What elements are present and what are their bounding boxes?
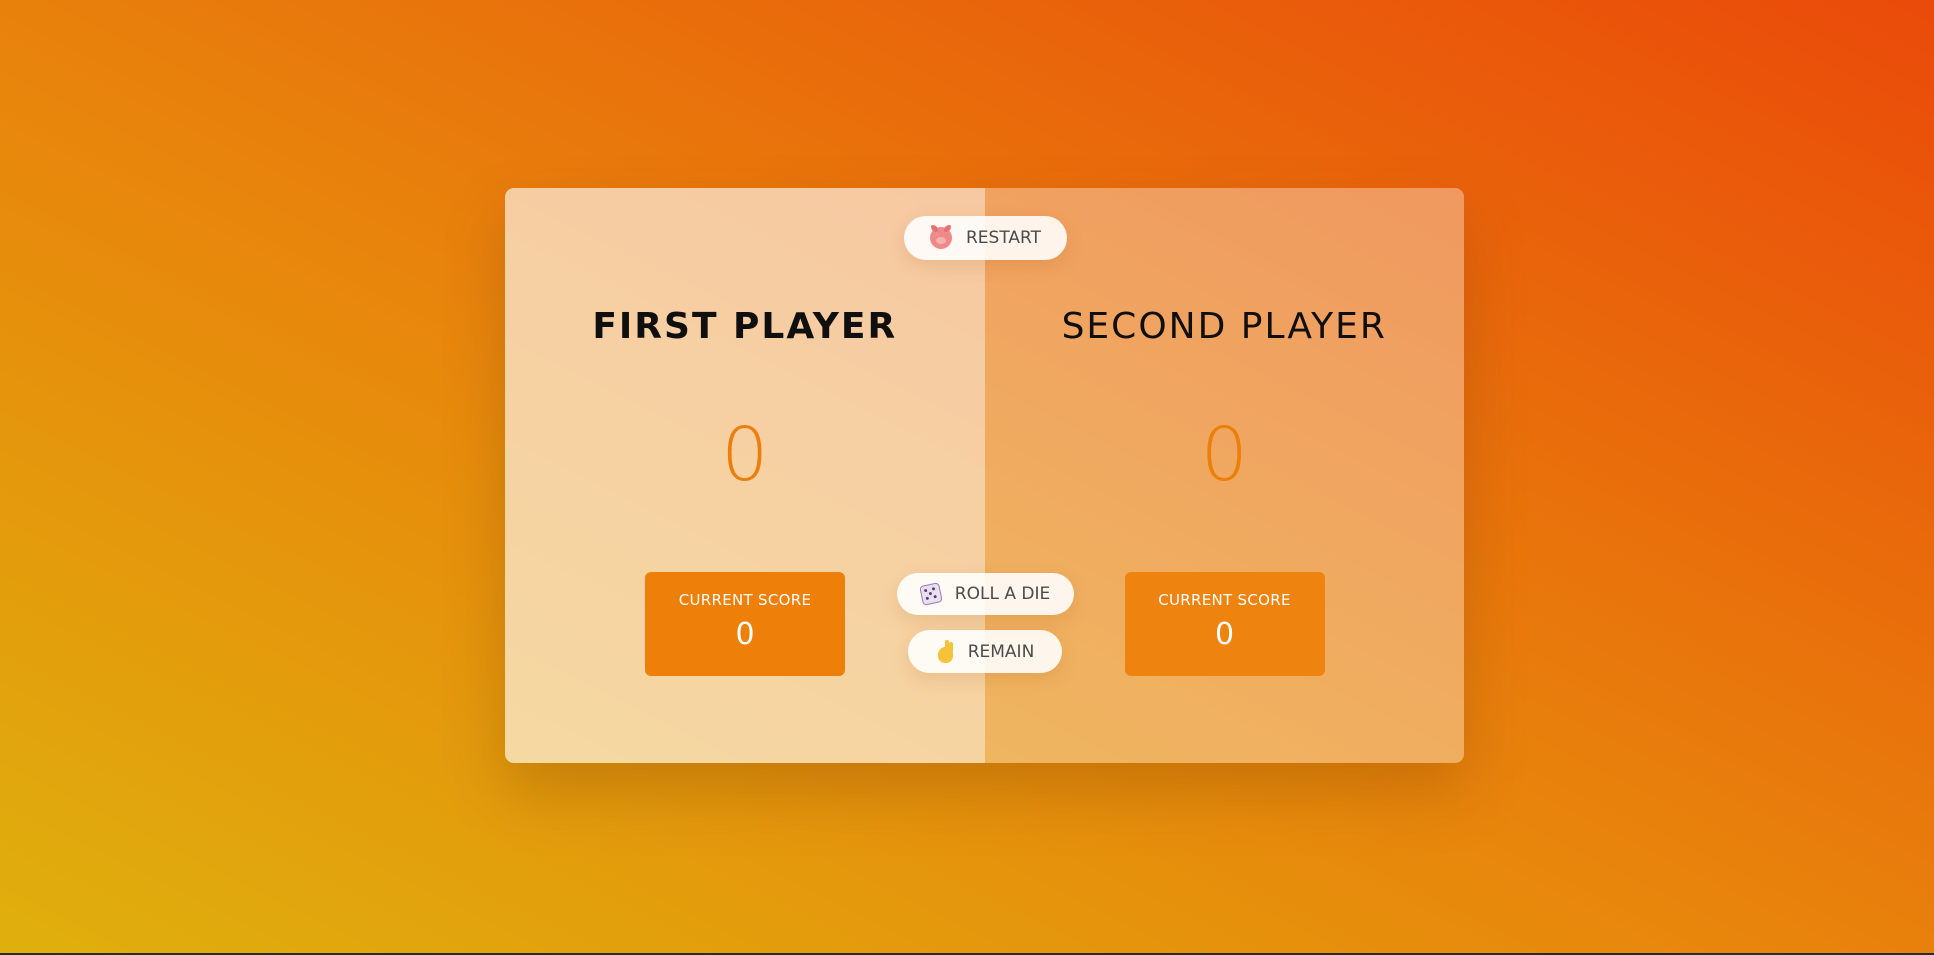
game-board: FIRST PLAYER 0 CURRENT SCORE 0 SECOND PL…: [505, 188, 1464, 763]
player-name-first: FIRST PLAYER: [592, 305, 898, 347]
roll-die-button-label: ROLL A DIE: [954, 584, 1051, 604]
restart-button-label: RESTART: [966, 228, 1041, 248]
roll-die-button[interactable]: ROLL A DIE: [897, 573, 1074, 615]
player-name-second: SECOND PLAYER: [1061, 305, 1387, 347]
ok-hand-icon: [936, 639, 954, 664]
total-score-second: 0: [1200, 412, 1248, 498]
pig-icon: [930, 225, 952, 249]
total-score-first: 0: [721, 412, 769, 498]
current-score-box-second: CURRENT SCORE 0: [1124, 572, 1325, 676]
player-panel-second: SECOND PLAYER 0 CURRENT SCORE 0: [984, 188, 1464, 763]
current-score-box-first: CURRENT SCORE 0: [645, 572, 845, 676]
die-icon: [918, 582, 943, 606]
restart-button[interactable]: RESTART: [904, 216, 1067, 260]
current-score-label-first: CURRENT SCORE: [678, 591, 812, 609]
current-score-label-second: CURRENT SCORE: [1158, 591, 1291, 609]
current-score-value-second: 0: [1214, 617, 1235, 652]
player-panel-first: FIRST PLAYER 0 CURRENT SCORE 0: [505, 188, 985, 763]
remain-button[interactable]: REMAIN: [908, 630, 1062, 673]
current-score-value-first: 0: [735, 617, 755, 652]
remain-button-label: REMAIN: [967, 641, 1035, 662]
